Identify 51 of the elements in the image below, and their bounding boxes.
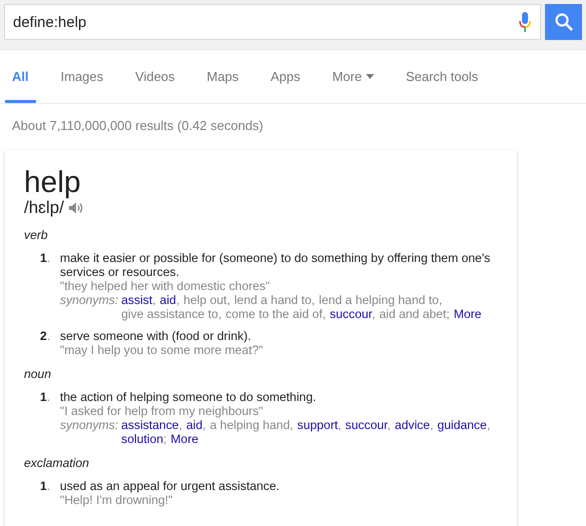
definition-text: make it easier or possible for (someone) to do something by offering them one's services or resources. xyxy=(60,251,492,279)
synonym-text: lend a helping hand to, xyxy=(318,293,442,307)
tab[interactable]: Apps xyxy=(264,50,308,103)
definition-text: serve someone with (food or drink). xyxy=(60,329,252,343)
headword: help xyxy=(24,168,82,198)
definition-text: the action of helping someone to do something. xyxy=(60,390,318,404)
tab[interactable]: All xyxy=(5,50,36,103)
synonym-link[interactable]: solution; xyxy=(121,432,167,446)
sense-number: 1. xyxy=(40,390,52,406)
synonym-text: come to the aid of, xyxy=(226,307,326,321)
synonym-link[interactable]: More xyxy=(170,432,198,446)
synonym-link[interactable]: support, xyxy=(297,418,342,432)
tab[interactable]: Search tools xyxy=(398,50,486,103)
synonym-link[interactable]: advice, xyxy=(394,418,434,432)
sense-number: 1. xyxy=(40,251,52,267)
example-text: "they helped her with domestic chores" xyxy=(60,279,271,293)
result-stats: About 7,110,000,000 results (0.42 seconds) xyxy=(11,117,264,135)
synonym-text: aid and abet; xyxy=(379,307,450,321)
part-of-speech: exclamation xyxy=(24,456,90,470)
synonym-link[interactable]: succour, xyxy=(345,418,391,432)
synonym-link[interactable]: succour, xyxy=(330,307,376,321)
sense-number: 2. xyxy=(40,329,52,345)
synonym-text: give assistance to, xyxy=(121,307,222,321)
synonym-text: help out, xyxy=(183,293,230,307)
definition-text: used as an appeal for urgent assistance. xyxy=(60,479,281,493)
search-field[interactable]: define:help xyxy=(4,4,541,40)
tab[interactable]: Maps xyxy=(200,50,246,103)
part-of-speech: verb xyxy=(24,228,49,242)
synonyms-label: synonyms: xyxy=(60,293,118,309)
synonym-link[interactable]: More xyxy=(454,307,482,321)
part-of-speech: noun xyxy=(24,367,52,381)
synonyms-label: synonyms: xyxy=(60,418,118,434)
tab[interactable]: More xyxy=(325,50,381,103)
microphone-icon[interactable] xyxy=(519,12,531,32)
synonym-link[interactable]: guidance, xyxy=(437,418,490,432)
synonym-link[interactable]: aid, xyxy=(186,418,206,432)
synonym-link[interactable]: aid, xyxy=(160,293,180,307)
phonetic: /hɛlp/ xyxy=(24,198,64,218)
search-icon xyxy=(554,12,574,32)
example-text: "I asked for help from my neighbours" xyxy=(60,404,264,418)
tab[interactable]: Images xyxy=(54,50,110,103)
example-text: "may I help you to some more meat?" xyxy=(60,343,264,357)
synonym-link[interactable]: assistance, xyxy=(121,418,182,432)
synonym-text: a helping hand, xyxy=(210,418,294,432)
example-text: "Help! I'm drowning!" xyxy=(60,493,174,507)
tab[interactable]: Videos xyxy=(128,50,182,103)
speaker-icon[interactable] xyxy=(68,201,84,215)
search-button[interactable] xyxy=(545,4,582,40)
sense-number: 1. xyxy=(40,479,52,495)
synonym-text: lend a hand to, xyxy=(234,293,315,307)
synonym-link[interactable]: assist, xyxy=(121,293,156,307)
